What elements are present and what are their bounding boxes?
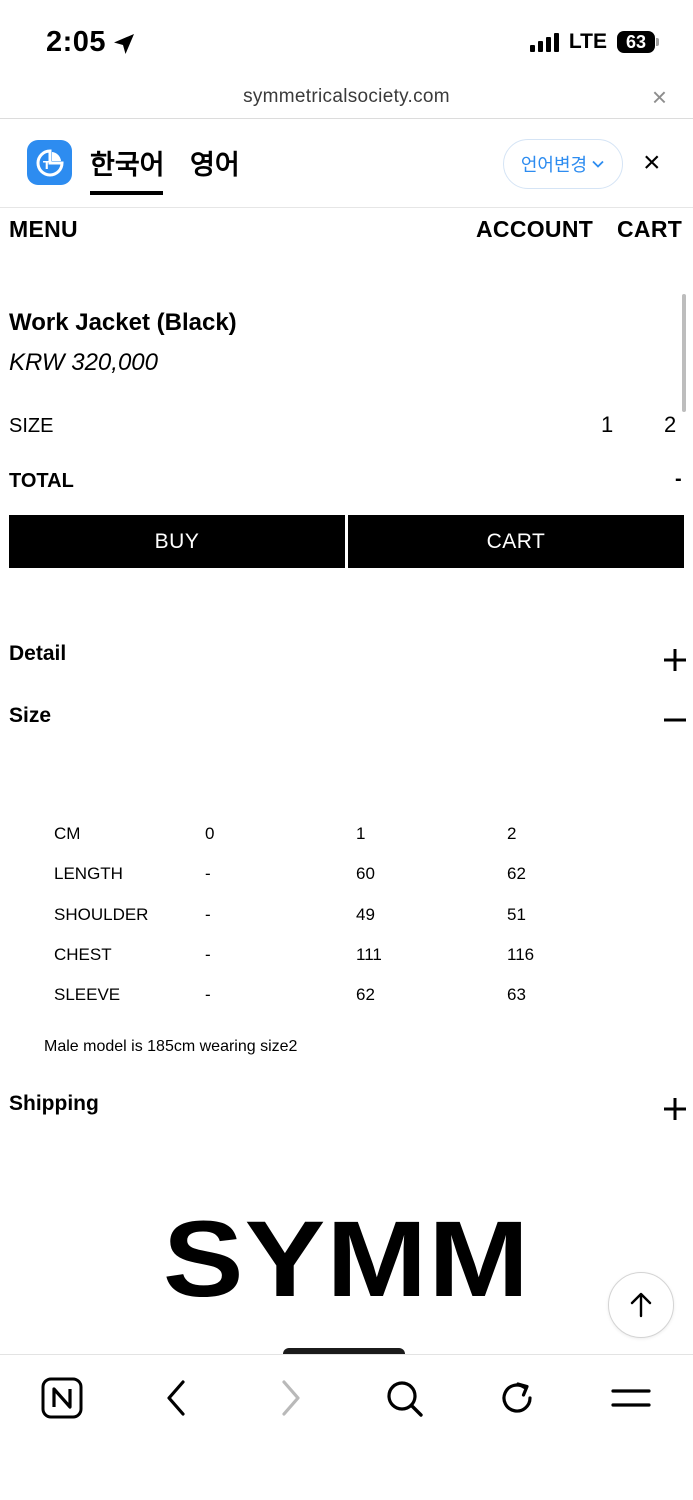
tab-english[interactable]: 영어 [190,143,240,182]
url-divider [0,118,693,119]
table-cell: 0 [205,824,215,844]
table-cell: 116 [507,945,535,965]
buy-button[interactable]: BUY [9,515,345,568]
table-cell: 62 [507,864,526,884]
menu-button[interactable] [606,1373,656,1423]
back-chevron-icon [167,1380,185,1416]
url-close-button[interactable]: × [652,84,667,110]
naver-home-icon [41,1377,83,1419]
tab-korean-underline [90,191,163,195]
size-table: CM 0 1 2 LENGTH - 60 62 SHOULDER - 49 51… [54,814,607,1015]
total-label: TOTAL [9,470,74,492]
cellular-signal-icon [529,32,559,52]
size-option-2[interactable]: 2 [664,412,676,438]
detail-accordion-title[interactable]: Detail [9,642,66,666]
table-row: LENGTH - 60 62 [54,854,607,894]
product-price: KRW 320,000 [9,349,158,376]
table-cell: 51 [507,904,526,924]
chevron-down-icon [592,160,604,168]
scrollbar[interactable] [682,294,686,412]
brand-wordmark: SYMM [162,1198,531,1319]
table-cell: LENGTH [54,864,123,884]
table-cell: CM [54,824,81,844]
table-cell: 1 [356,824,366,844]
cart-link[interactable]: CART [617,216,682,243]
table-cell: 49 [356,904,375,924]
shipping-accordion-title[interactable]: Shipping [9,1092,99,1116]
refresh-icon [502,1382,532,1413]
table-cell: 2 [507,824,517,844]
menu-icon [611,1389,651,1407]
product-title: Work Jacket (Black) [9,309,237,336]
table-cell: 63 [507,985,526,1005]
search-icon [387,1381,423,1417]
total-value: - [675,468,682,490]
table-cell: SLEEVE [54,985,121,1005]
size-accordion-title[interactable]: Size [9,704,51,728]
table-cell: - [205,985,211,1005]
menu-link[interactable]: MENU [9,216,78,243]
location-arrow-icon [114,34,134,54]
table-row: SHOULDER - 49 51 [54,895,607,935]
table-cell: CHEST [54,945,112,965]
plus-icon[interactable] [662,1096,688,1122]
table-cell: - [205,945,211,965]
battery-icon: 63 [617,31,659,53]
account-link[interactable]: ACCOUNT [476,216,593,243]
translate-divider [0,207,693,208]
minus-icon[interactable] [662,707,688,733]
size-option-1[interactable]: 1 [601,412,613,438]
scroll-to-top-button[interactable] [608,1272,674,1338]
naver-home-button[interactable] [37,1373,87,1423]
network-type: LTE [568,30,607,53]
battery-level: 63 [617,31,655,53]
table-cell: - [205,904,211,924]
size-label: SIZE [9,415,54,437]
arrow-up-icon [630,1292,652,1318]
url-text[interactable]: symmetricalsociety.com [0,86,693,108]
search-button[interactable] [379,1373,429,1423]
table-cell: 111 [356,945,382,965]
model-size-note: Male model is 185cm wearing size2 [44,1038,298,1055]
change-language-button[interactable]: 언어변경 [503,139,623,189]
browser-toolbar [0,1354,693,1500]
forward-chevron-icon [282,1380,300,1416]
table-row: CHEST - 111 116 [54,935,607,975]
table-cell: 60 [356,864,375,884]
table-cell: SHOULDER [54,904,149,924]
back-button[interactable] [151,1373,201,1423]
change-language-label: 언어변경 [520,155,588,176]
status-indicators: LTE 63 [529,30,659,54]
forward-button[interactable] [266,1373,316,1423]
svg-text:T: T [43,159,51,172]
status-time: 2:05 [46,26,107,58]
table-cell: - [205,864,211,884]
table-row: CM 0 1 2 [54,814,607,854]
plus-icon[interactable] [662,647,688,673]
refresh-button[interactable] [492,1373,542,1423]
add-to-cart-button[interactable]: CART [348,515,684,568]
translate-logo-icon[interactable]: T [27,140,72,185]
table-cell: 62 [356,985,375,1005]
translate-close-button[interactable]: × [643,148,661,178]
tab-korean[interactable]: 한국어 [90,143,165,182]
table-row: SLEEVE - 62 63 [54,975,607,1015]
